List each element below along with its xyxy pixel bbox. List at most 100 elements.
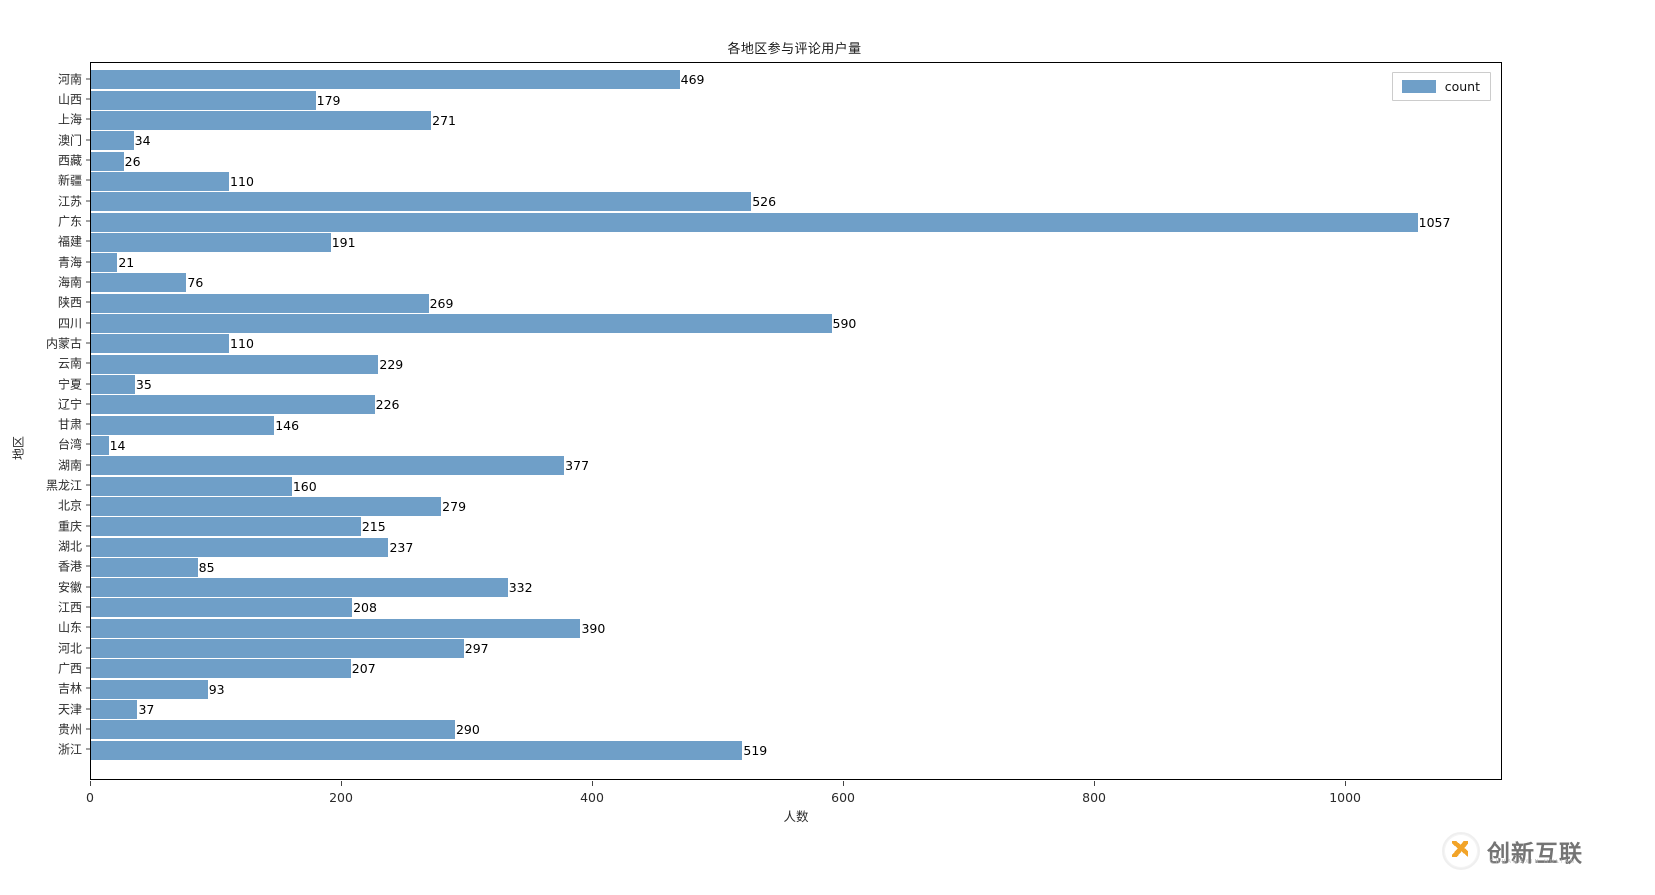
bar-value-label: 377 bbox=[565, 458, 590, 474]
y-tick-label: 福建 bbox=[57, 234, 82, 249]
bar bbox=[91, 273, 187, 293]
bar-value-label: 160 bbox=[292, 478, 317, 494]
bar bbox=[91, 131, 134, 151]
bar-row: 37 bbox=[91, 700, 154, 719]
bar bbox=[91, 618, 581, 638]
y-tick-label: 辽宁 bbox=[57, 397, 82, 412]
bar bbox=[91, 679, 208, 699]
y-tick-label: 黑龙江 bbox=[45, 478, 82, 493]
bar-value-label: 390 bbox=[581, 620, 606, 636]
bar-row: 207 bbox=[91, 659, 376, 679]
x-tick-mark bbox=[843, 781, 845, 786]
bar bbox=[91, 70, 680, 90]
y-tick-label: 贵州 bbox=[57, 722, 82, 737]
bar-row: 215 bbox=[91, 517, 386, 537]
bar bbox=[91, 517, 361, 537]
bar-row: 271 bbox=[91, 110, 456, 130]
y-tick-label: 湖南 bbox=[57, 458, 82, 473]
x-tick-label: 1000 bbox=[1329, 790, 1362, 805]
bar-row: 110 bbox=[91, 171, 254, 191]
bar bbox=[91, 171, 230, 191]
bar-row: 93 bbox=[91, 679, 225, 699]
y-tick-label: 北京 bbox=[57, 498, 82, 513]
bar-value-label: 14 bbox=[109, 437, 126, 453]
bar bbox=[91, 456, 565, 476]
y-tick-label: 湖北 bbox=[57, 539, 82, 554]
y-tick-label: 浙江 bbox=[57, 742, 82, 757]
y-axis-tick-labels: 河南 山西 上海 澳门 西藏 新疆 江苏 广东 福建 青海 海南 陕西 四川 内蒙古 云南 宁夏 辽宁 甘肃 台湾湖… bbox=[0, 62, 91, 780]
bar-value-label: 93 bbox=[208, 681, 225, 697]
y-tick-label: 甘肃 bbox=[57, 417, 82, 432]
bar-value-label: 35 bbox=[135, 377, 152, 393]
bar bbox=[91, 212, 1418, 232]
bar-row: 146 bbox=[91, 415, 299, 435]
bar-row: 1057 bbox=[91, 212, 1450, 232]
x-axis-label: 人数 bbox=[783, 809, 809, 824]
y-tick-label: 陕西 bbox=[57, 295, 82, 310]
x-tick-mark bbox=[1094, 781, 1096, 786]
bar-value-label: 271 bbox=[432, 112, 456, 128]
bar-value-label: 226 bbox=[375, 397, 400, 413]
bar-value-label: 519 bbox=[743, 742, 768, 758]
y-tick-label: 西藏 bbox=[57, 153, 82, 168]
y-tick-label: 河南 bbox=[57, 72, 82, 87]
chart-figure: 各地区参与评论用户量 地区 河南 山西 上海 澳门 西藏 新疆 江苏 广东 福建 青海 海南 陕西 四川… bbox=[0, 0, 1655, 895]
bar bbox=[91, 476, 292, 496]
bar-row: 237 bbox=[91, 537, 413, 557]
bar-value-label: 290 bbox=[455, 722, 480, 738]
bar-row: 297 bbox=[91, 639, 489, 659]
y-tick-label: 香港 bbox=[57, 559, 82, 574]
bar-row: 35 bbox=[91, 375, 152, 395]
chart-title: 各地区参与评论用户量 bbox=[727, 42, 862, 57]
bars-layer: 469 179 271 34 26 110 526 1057 191 21 76 269 590 110 2… bbox=[91, 63, 1501, 779]
bar bbox=[91, 496, 442, 516]
bar-row: 179 bbox=[91, 90, 341, 110]
plot-area: 469 179 271 34 26 110 526 1057 191 21 76 269 590 110 2… bbox=[90, 62, 1502, 780]
x-tick-label: 0 bbox=[86, 790, 94, 805]
bar bbox=[91, 334, 230, 354]
watermark-subtext: CHUANGXIN HULIAN bbox=[1490, 859, 1577, 865]
bar-value-label: 37 bbox=[138, 702, 155, 717]
bar-row: 191 bbox=[91, 232, 356, 252]
bar bbox=[91, 151, 124, 171]
bar bbox=[91, 537, 389, 557]
bar bbox=[91, 375, 135, 395]
x-tick-label: 400 bbox=[580, 790, 604, 805]
y-tick-label: 安徽 bbox=[57, 580, 82, 595]
watermark-logo-icon bbox=[1442, 832, 1480, 870]
bar-row: 226 bbox=[91, 395, 400, 415]
watermark: 创新互联 CHUANGXIN HULIAN bbox=[1442, 832, 1583, 870]
y-tick-label: 上海 bbox=[57, 112, 82, 127]
bar bbox=[91, 192, 752, 212]
y-tick-label: 宁夏 bbox=[57, 377, 82, 392]
bar bbox=[91, 720, 455, 740]
y-tick-label: 广西 bbox=[57, 661, 82, 676]
bar-value-label: 269 bbox=[429, 295, 454, 311]
bar-row: 34 bbox=[91, 131, 151, 151]
chart-legend[interactable]: count bbox=[1391, 72, 1491, 101]
bar-value-label: 332 bbox=[508, 580, 533, 596]
bar bbox=[91, 435, 109, 455]
y-tick-label: 河北 bbox=[57, 641, 82, 656]
y-tick-label: 四川 bbox=[57, 316, 82, 331]
y-tick-label: 海南 bbox=[57, 275, 82, 290]
bar-value-label: 590 bbox=[832, 316, 857, 332]
bar-row: 21 bbox=[91, 253, 134, 273]
bar bbox=[91, 395, 375, 415]
bar-row: 85 bbox=[91, 557, 215, 577]
bar bbox=[91, 293, 429, 313]
bar-row: 229 bbox=[91, 354, 403, 374]
bar-row: 269 bbox=[91, 293, 454, 313]
bar-value-label: 279 bbox=[442, 498, 467, 514]
bar-row: 160 bbox=[91, 476, 317, 496]
x-tick-mark bbox=[1345, 781, 1347, 786]
y-tick-label: 广东 bbox=[57, 214, 82, 229]
bar-row: 332 bbox=[91, 578, 533, 598]
bar-value-label: 179 bbox=[316, 92, 341, 108]
bar-row: 76 bbox=[91, 273, 203, 293]
x-tick-mark bbox=[592, 781, 594, 786]
y-tick-label: 江苏 bbox=[57, 194, 82, 209]
bar-value-label: 110 bbox=[230, 336, 254, 352]
bar-row: 208 bbox=[91, 598, 377, 618]
bar-row: 519 bbox=[91, 740, 768, 760]
